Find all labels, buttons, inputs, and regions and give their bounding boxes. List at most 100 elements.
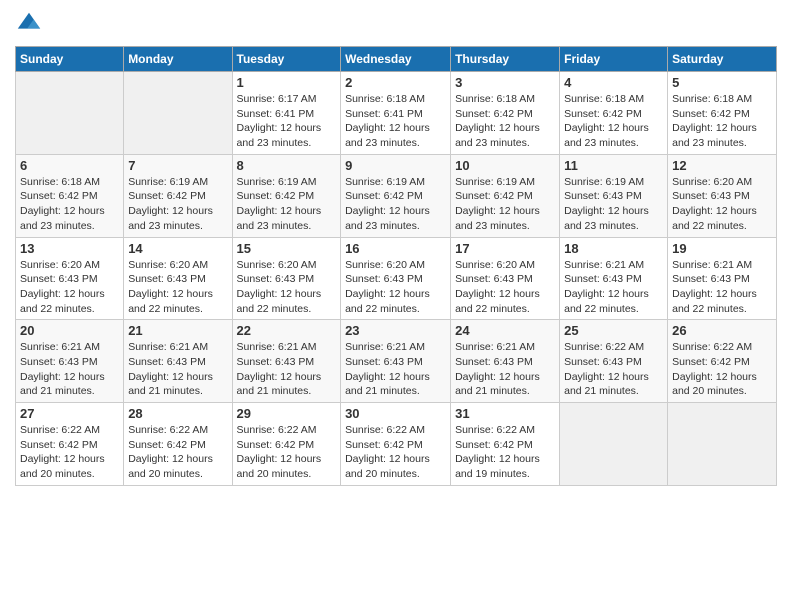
weekday-header-sunday: Sunday xyxy=(16,47,124,72)
day-number: 5 xyxy=(672,75,772,90)
week-row-2: 6 Sunrise: 6:18 AM Sunset: 6:42 PM Daylig… xyxy=(16,154,777,237)
calendar-cell: 11 Sunrise: 6:19 AM Sunset: 6:43 PM Dayli… xyxy=(560,154,668,237)
day-info: Sunrise: 6:21 AM Sunset: 6:43 PM Dayligh… xyxy=(672,258,772,317)
day-number: 16 xyxy=(345,241,446,256)
weekday-header-tuesday: Tuesday xyxy=(232,47,341,72)
calendar-cell: 13 Sunrise: 6:20 AM Sunset: 6:43 PM Dayli… xyxy=(16,237,124,320)
logo-icon xyxy=(15,10,43,38)
calendar-cell: 28 Sunrise: 6:22 AM Sunset: 6:42 PM Dayli… xyxy=(124,403,232,486)
day-info: Sunrise: 6:19 AM Sunset: 6:42 PM Dayligh… xyxy=(237,175,337,234)
logo xyxy=(15,10,47,38)
day-number: 10 xyxy=(455,158,555,173)
calendar-cell xyxy=(560,403,668,486)
day-number: 3 xyxy=(455,75,555,90)
day-info: Sunrise: 6:22 AM Sunset: 6:42 PM Dayligh… xyxy=(237,423,337,482)
calendar-cell: 19 Sunrise: 6:21 AM Sunset: 6:43 PM Dayli… xyxy=(668,237,777,320)
day-number: 12 xyxy=(672,158,772,173)
day-info: Sunrise: 6:22 AM Sunset: 6:43 PM Dayligh… xyxy=(564,340,663,399)
weekday-header-wednesday: Wednesday xyxy=(341,47,451,72)
day-number: 7 xyxy=(128,158,227,173)
calendar-cell: 24 Sunrise: 6:21 AM Sunset: 6:43 PM Dayli… xyxy=(451,320,560,403)
day-number: 19 xyxy=(672,241,772,256)
calendar-cell: 20Sunrise: 6:21 AM Sunset: 6:43 PM Dayli… xyxy=(16,320,124,403)
calendar-cell: 2 Sunrise: 6:18 AM Sunset: 6:41 PM Daylig… xyxy=(341,72,451,155)
calendar-cell: 1 Sunrise: 6:17 AM Sunset: 6:41 PM Daylig… xyxy=(232,72,341,155)
day-info: Sunrise: 6:18 AM Sunset: 6:41 PM Dayligh… xyxy=(345,92,446,151)
calendar-cell: 16 Sunrise: 6:20 AM Sunset: 6:43 PM Dayli… xyxy=(341,237,451,320)
day-number: 17 xyxy=(455,241,555,256)
calendar-cell xyxy=(124,72,232,155)
calendar-cell: 25 Sunrise: 6:22 AM Sunset: 6:43 PM Dayli… xyxy=(560,320,668,403)
day-info: Sunrise: 6:22 AM Sunset: 6:42 PM Dayligh… xyxy=(455,423,555,482)
day-info: Sunrise: 6:19 AM Sunset: 6:42 PM Dayligh… xyxy=(128,175,227,234)
day-info: Sunrise: 6:21 AM Sunset: 6:43 PM Dayligh… xyxy=(345,340,446,399)
day-info: Sunrise: 6:18 AM Sunset: 6:42 PM Dayligh… xyxy=(564,92,663,151)
day-info: Sunrise: 6:22 AM Sunset: 6:42 PM Dayligh… xyxy=(345,423,446,482)
day-info: Sunrise: 6:18 AM Sunset: 6:42 PM Dayligh… xyxy=(672,92,772,151)
calendar-cell: 10 Sunrise: 6:19 AM Sunset: 6:42 PM Dayli… xyxy=(451,154,560,237)
day-number: 14 xyxy=(128,241,227,256)
calendar-cell xyxy=(16,72,124,155)
day-number: 18 xyxy=(564,241,663,256)
calendar-cell: 31 Sunrise: 6:22 AM Sunset: 6:42 PM Dayli… xyxy=(451,403,560,486)
day-info: Sunrise: 6:20 AM Sunset: 6:43 PM Dayligh… xyxy=(128,258,227,317)
calendar-cell: 7 Sunrise: 6:19 AM Sunset: 6:42 PM Daylig… xyxy=(124,154,232,237)
calendar-cell: 3 Sunrise: 6:18 AM Sunset: 6:42 PM Daylig… xyxy=(451,72,560,155)
calendar-cell: 4 Sunrise: 6:18 AM Sunset: 6:42 PM Daylig… xyxy=(560,72,668,155)
weekday-header-monday: Monday xyxy=(124,47,232,72)
day-number: 11 xyxy=(564,158,663,173)
week-row-5: 27 Sunrise: 6:22 AM Sunset: 6:42 PM Dayli… xyxy=(16,403,777,486)
day-info: Sunrise: 6:20 AM Sunset: 6:43 PM Dayligh… xyxy=(455,258,555,317)
calendar-cell: 30 Sunrise: 6:22 AM Sunset: 6:42 PM Dayli… xyxy=(341,403,451,486)
day-number: 30 xyxy=(345,406,446,421)
day-info: Sunrise: 6:21 AM Sunset: 6:43 PM Dayligh… xyxy=(128,340,227,399)
day-number: 22 xyxy=(237,323,337,338)
day-info: Sunrise: 6:20 AM Sunset: 6:43 PM Dayligh… xyxy=(20,258,119,317)
calendar-cell xyxy=(668,403,777,486)
day-number: 20 xyxy=(20,323,119,338)
calendar-cell: 22 Sunrise: 6:21 AM Sunset: 6:43 PM Dayli… xyxy=(232,320,341,403)
week-row-3: 13 Sunrise: 6:20 AM Sunset: 6:43 PM Dayli… xyxy=(16,237,777,320)
day-info: Sunrise: 6:19 AM Sunset: 6:43 PM Dayligh… xyxy=(564,175,663,234)
calendar-cell: 12 Sunrise: 6:20 AM Sunset: 6:43 PM Dayli… xyxy=(668,154,777,237)
day-number: 2 xyxy=(345,75,446,90)
calendar-cell: 29 Sunrise: 6:22 AM Sunset: 6:42 PM Dayli… xyxy=(232,403,341,486)
weekday-header-row: SundayMondayTuesdayWednesdayThursdayFrid… xyxy=(16,47,777,72)
calendar-cell: 18Sunrise: 6:21 AM Sunset: 6:43 PM Dayli… xyxy=(560,237,668,320)
day-info: Sunrise: 6:19 AM Sunset: 6:42 PM Dayligh… xyxy=(455,175,555,234)
day-number: 9 xyxy=(345,158,446,173)
day-number: 31 xyxy=(455,406,555,421)
day-number: 25 xyxy=(564,323,663,338)
day-info: Sunrise: 6:22 AM Sunset: 6:42 PM Dayligh… xyxy=(128,423,227,482)
calendar-cell: 17 Sunrise: 6:20 AM Sunset: 6:43 PM Dayli… xyxy=(451,237,560,320)
day-number: 28 xyxy=(128,406,227,421)
calendar-cell: 15Sunrise: 6:20 AM Sunset: 6:43 PM Dayli… xyxy=(232,237,341,320)
calendar-cell: 26Sunrise: 6:22 AM Sunset: 6:42 PM Dayli… xyxy=(668,320,777,403)
day-number: 23 xyxy=(345,323,446,338)
day-info: Sunrise: 6:22 AM Sunset: 6:42 PM Dayligh… xyxy=(672,340,772,399)
day-info: Sunrise: 6:20 AM Sunset: 6:43 PM Dayligh… xyxy=(672,175,772,234)
calendar-cell: 21Sunrise: 6:21 AM Sunset: 6:43 PM Dayli… xyxy=(124,320,232,403)
calendar: SundayMondayTuesdayWednesdayThursdayFrid… xyxy=(15,46,777,486)
calendar-cell: 23 Sunrise: 6:21 AM Sunset: 6:43 PM Dayli… xyxy=(341,320,451,403)
day-number: 29 xyxy=(237,406,337,421)
page: SundayMondayTuesdayWednesdayThursdayFrid… xyxy=(0,0,792,612)
day-number: 24 xyxy=(455,323,555,338)
day-info: Sunrise: 6:21 AM Sunset: 6:43 PM Dayligh… xyxy=(455,340,555,399)
day-number: 6 xyxy=(20,158,119,173)
day-number: 8 xyxy=(237,158,337,173)
day-info: Sunrise: 6:18 AM Sunset: 6:42 PM Dayligh… xyxy=(455,92,555,151)
day-number: 1 xyxy=(237,75,337,90)
day-info: Sunrise: 6:21 AM Sunset: 6:43 PM Dayligh… xyxy=(237,340,337,399)
calendar-cell: 14 Sunrise: 6:20 AM Sunset: 6:43 PM Dayli… xyxy=(124,237,232,320)
day-info: Sunrise: 6:22 AM Sunset: 6:42 PM Dayligh… xyxy=(20,423,119,482)
day-number: 4 xyxy=(564,75,663,90)
week-row-1: 1 Sunrise: 6:17 AM Sunset: 6:41 PM Daylig… xyxy=(16,72,777,155)
day-number: 27 xyxy=(20,406,119,421)
calendar-cell: 8 Sunrise: 6:19 AM Sunset: 6:42 PM Daylig… xyxy=(232,154,341,237)
day-number: 13 xyxy=(20,241,119,256)
day-info: Sunrise: 6:20 AM Sunset: 6:43 PM Dayligh… xyxy=(345,258,446,317)
week-row-4: 20 Sunrise: 6:21 AM Sunset: 6:43 PM Dayli… xyxy=(16,320,777,403)
day-info: Sunrise: 6:18 AM Sunset: 6:42 PM Dayligh… xyxy=(20,175,119,234)
day-info: Sunrise: 6:17 AM Sunset: 6:41 PM Dayligh… xyxy=(237,92,337,151)
